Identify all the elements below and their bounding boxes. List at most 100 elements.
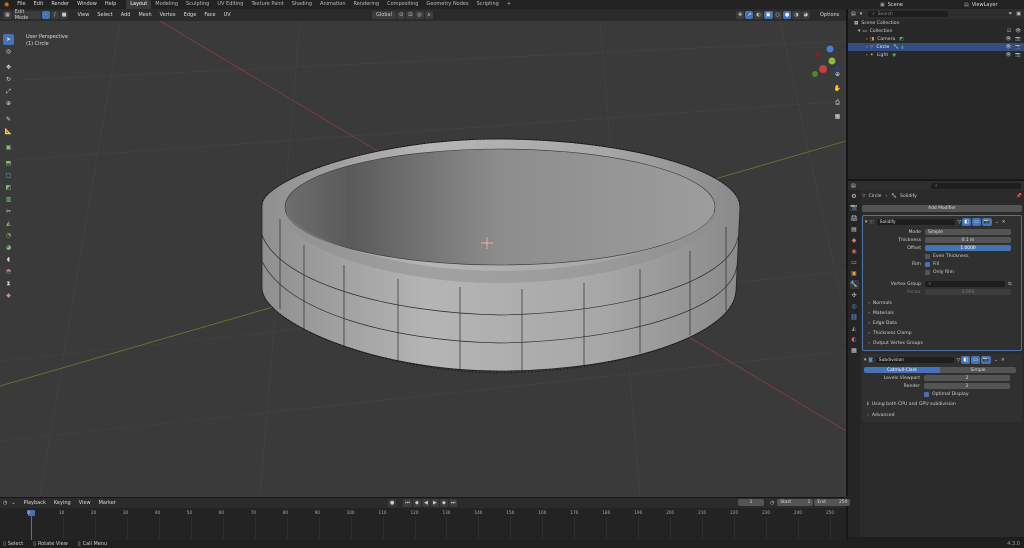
current-frame-field[interactable]: 1 bbox=[738, 499, 764, 506]
output-tab-icon[interactable]: 🖨 bbox=[850, 214, 859, 223]
solidify-header[interactable]: ▾ ◫ Solidify ▽ ◧ ▭ 📷 ⌄ ✕ bbox=[865, 218, 1019, 226]
outliner-row-collection[interactable]: ▾ ▭ Collection ☑ 👁 bbox=[848, 27, 1024, 35]
render-icon[interactable]: 📷 bbox=[1015, 45, 1021, 50]
overlay-icon[interactable]: ◐ bbox=[754, 11, 763, 19]
play-reverse-icon[interactable]: ◀ bbox=[421, 499, 430, 507]
view-layer-tab-icon[interactable]: ▤ bbox=[850, 225, 859, 234]
render-icon[interactable]: 📷 bbox=[1015, 53, 1021, 58]
pan-icon[interactable]: ✋ bbox=[832, 83, 843, 94]
outliner-row-scene-collection[interactable]: ▦ Scene Collection bbox=[848, 19, 1024, 27]
vp-menu-add[interactable]: Add bbox=[117, 11, 135, 20]
vp-menu-edge[interactable]: Edge bbox=[180, 11, 201, 20]
spin-tool-icon[interactable]: ◔ bbox=[3, 230, 14, 241]
physics-tab-icon[interactable]: ◎ bbox=[850, 302, 859, 311]
section-output-vertex-groups[interactable]: › Output Vertex Groups bbox=[865, 339, 1019, 347]
tab-uv-editing[interactable]: UV Editing bbox=[213, 0, 247, 9]
loop-cut-tool-icon[interactable]: ▥ bbox=[3, 194, 14, 205]
edge-select-icon[interactable]: / bbox=[50, 11, 59, 19]
start-frame-field[interactable]: Start 1 bbox=[777, 499, 814, 506]
zoom-icon[interactable]: ⊕ bbox=[832, 69, 843, 80]
menu-file[interactable]: File bbox=[13, 0, 29, 9]
menu-window[interactable]: Window bbox=[73, 0, 101, 9]
checkbox-icon[interactable]: ☑ bbox=[1007, 29, 1011, 34]
vp-menu-face[interactable]: Face bbox=[200, 11, 219, 20]
simple-button[interactable]: Simple bbox=[940, 367, 1016, 373]
select-tool-icon[interactable]: ➤ bbox=[3, 34, 14, 45]
poly-build-tool-icon[interactable]: ◭ bbox=[3, 218, 14, 229]
view-layer-selector[interactable]: ▤ ViewLayer bbox=[964, 0, 998, 9]
visibility-icon[interactable]: 👁 bbox=[1005, 53, 1011, 58]
tab-texture-paint[interactable]: Texture Paint bbox=[247, 0, 287, 9]
scale-tool-icon[interactable]: ⤢ bbox=[3, 86, 14, 97]
play-icon[interactable]: ▶ bbox=[430, 499, 439, 507]
shrink-tool-icon[interactable]: ◓ bbox=[3, 266, 14, 277]
subdivision-name-field[interactable]: Subdivision bbox=[875, 357, 954, 363]
solid-shading-icon[interactable]: ● bbox=[782, 11, 792, 19]
visibility-icon[interactable]: 👁 bbox=[1005, 45, 1011, 50]
vertex-select-icon[interactable]: · bbox=[41, 11, 50, 19]
even-thickness-checkbox[interactable] bbox=[925, 253, 930, 259]
vp-menu-uv[interactable]: UV bbox=[220, 11, 235, 20]
invert-icon[interactable]: ⇆ bbox=[1008, 282, 1012, 287]
scene-tab-icon[interactable]: ◆ bbox=[850, 236, 859, 245]
measure-tool-icon[interactable]: 📐 bbox=[3, 126, 14, 137]
constraints-tab-icon[interactable]: ⛓ bbox=[850, 313, 859, 322]
only-rim-checkbox[interactable] bbox=[925, 269, 930, 275]
vertex-group-field[interactable]: ⁘ bbox=[925, 281, 1005, 287]
pivot-icon[interactable]: ⊙ bbox=[397, 11, 406, 19]
annotate-tool-icon[interactable]: ✎ bbox=[3, 114, 14, 125]
world-tab-icon[interactable]: ◉ bbox=[850, 247, 859, 256]
move-tool-icon[interactable]: ✥ bbox=[3, 62, 14, 73]
add-workspace-icon[interactable]: + bbox=[503, 0, 515, 9]
gizmo-icon[interactable]: ✥ bbox=[736, 11, 745, 19]
outliner-search-input[interactable]: ⌕ Search bbox=[868, 11, 949, 17]
blender-logo-icon[interactable]: ◉ bbox=[0, 0, 13, 9]
tab-modeling[interactable]: Modeling bbox=[151, 0, 182, 9]
smooth-tool-icon[interactable]: ◕ bbox=[3, 242, 14, 253]
mode-dropdown[interactable]: Simple bbox=[925, 229, 1011, 235]
dropdown-icon[interactable]: ⌄ bbox=[994, 358, 998, 363]
pin-icon[interactable]: 📌 bbox=[1016, 194, 1022, 199]
timeline-menu-toggle-icon[interactable]: ⌄ bbox=[11, 500, 15, 506]
menu-edit[interactable]: Edit bbox=[30, 0, 48, 9]
tab-compositing[interactable]: Compositing bbox=[383, 0, 422, 9]
vp-menu-select[interactable]: Select bbox=[93, 11, 116, 20]
rendered-shading-icon[interactable]: ◕ bbox=[801, 11, 811, 19]
levels-viewport-field[interactable]: 2 bbox=[924, 375, 1010, 381]
material-shading-icon[interactable]: ◑ bbox=[792, 11, 801, 19]
tab-layout[interactable]: Layout bbox=[126, 0, 152, 9]
close-icon[interactable]: ✕ bbox=[1002, 220, 1006, 225]
rotate-tool-icon[interactable]: ↻ bbox=[3, 74, 14, 85]
subdivision-header[interactable]: ▾ ◙ Subdivision ▽ ◧ ▭ 📷 ⌄ ✕ bbox=[864, 356, 1020, 364]
timeline-menu-playback[interactable]: Playback bbox=[20, 499, 50, 508]
timeline-menu-keying[interactable]: Keying bbox=[50, 499, 75, 508]
snap-icon[interactable]: ⊡ bbox=[406, 11, 415, 19]
new-collection-icon[interactable]: ▣ bbox=[1016, 11, 1021, 17]
vp-menu-view[interactable]: View bbox=[73, 11, 93, 20]
bevel-tool-icon[interactable]: ◩ bbox=[3, 182, 14, 193]
solidify-name-field[interactable]: Solidify bbox=[876, 219, 955, 225]
options-menu[interactable]: Options bbox=[816, 11, 843, 20]
timeline-menu-view[interactable]: View bbox=[75, 499, 95, 508]
preview-range-icon[interactable]: ◷ bbox=[770, 500, 774, 506]
outliner-row-camera[interactable]: › ◨ Camera ◩ 👁 📷 bbox=[848, 35, 1024, 43]
camera-view-icon[interactable]: ⎙ bbox=[832, 97, 843, 108]
next-keyframe-icon[interactable]: ◆ bbox=[439, 499, 448, 507]
fill-checkbox[interactable] bbox=[925, 261, 930, 267]
render-tab-icon[interactable]: 📷 bbox=[850, 203, 859, 212]
render-toggle-icon[interactable]: 📷 bbox=[980, 356, 992, 364]
tab-rendering[interactable]: Rendering bbox=[350, 0, 384, 9]
extrude-tool-icon[interactable]: ⬒ bbox=[3, 158, 14, 169]
render-icon[interactable]: 📷 bbox=[1015, 37, 1021, 42]
texture-tab-icon[interactable]: ▦ bbox=[850, 346, 859, 355]
render-levels-field[interactable]: 2 bbox=[924, 383, 1010, 389]
rip-tool-icon[interactable]: ◆ bbox=[3, 290, 14, 301]
outliner-filter-icon[interactable]: ▾ bbox=[860, 11, 863, 17]
inset-tool-icon[interactable]: ▢ bbox=[3, 170, 14, 181]
offset-field[interactable]: 1.0000 bbox=[925, 245, 1011, 251]
tab-animation[interactable]: Animation bbox=[316, 0, 350, 9]
outliner-editor-icon[interactable]: ▤ bbox=[851, 11, 856, 17]
face-select-icon[interactable]: ■ bbox=[59, 11, 69, 19]
visibility-icon[interactable]: 👁 bbox=[1005, 37, 1011, 42]
perspective-toggle-icon[interactable]: ▦ bbox=[832, 111, 843, 122]
